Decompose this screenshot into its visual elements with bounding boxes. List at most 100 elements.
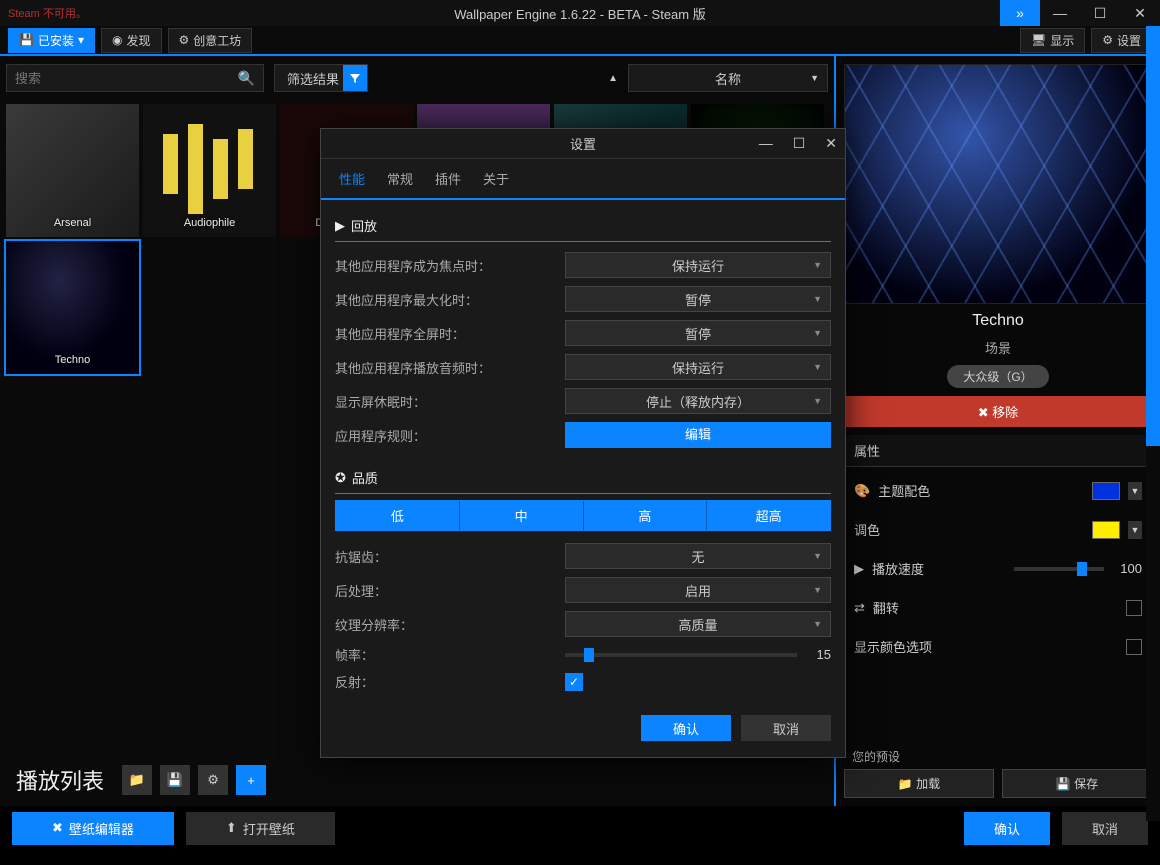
tint-label: 调色 bbox=[854, 520, 1084, 539]
focus-label: 其他应用程序成为焦点时： bbox=[335, 256, 565, 275]
load-preset-button[interactable]: 📁 加载 bbox=[844, 769, 994, 798]
chevron-down-icon[interactable]: ▼ bbox=[1128, 521, 1142, 539]
open-wallpaper-button[interactable]: ⬆ 打开壁纸 bbox=[186, 812, 335, 845]
playback-section-header: ▶ 回放 bbox=[335, 210, 831, 242]
dialog-titlebar: 设置 — ☐ ✕ bbox=[321, 129, 845, 159]
tex-select[interactable]: 高质量 bbox=[565, 611, 831, 637]
filter-icon bbox=[343, 65, 367, 91]
speed-value: 100 bbox=[1112, 561, 1142, 576]
show-color-label: 显示颜色选项 bbox=[854, 637, 1118, 656]
scrollbar[interactable] bbox=[1146, 26, 1160, 821]
presets-label: 您的预设 bbox=[844, 744, 1152, 769]
tab-about[interactable]: 关于 bbox=[479, 167, 513, 190]
post-select[interactable]: 启用 bbox=[565, 577, 831, 603]
maximize-select[interactable]: 暂停 bbox=[565, 286, 831, 312]
wallpaper-thumb[interactable]: Arsenal bbox=[6, 104, 139, 237]
window-title: Wallpaper Engine 1.6.22 - BETA - Steam 版 bbox=[454, 4, 705, 23]
maximize-label: 其他应用程序最大化时： bbox=[335, 290, 565, 309]
edit-rules-button[interactable]: 编辑 bbox=[565, 422, 831, 448]
details-panel: Techno 场景 大众级（G） ✖ 移除 属性 🎨 主题配色 ▼ 调色 ▼ ▶… bbox=[834, 56, 1160, 806]
main-toolbar: 💾 已安装 ▾ ◉ 发现 ⚙ 创意工坊 🖥 显示 ⚙ 设置 bbox=[0, 26, 1160, 56]
installed-tab[interactable]: 💾 已安装 ▾ bbox=[8, 28, 95, 53]
flip-label: 翻转 bbox=[873, 598, 1118, 617]
aa-label: 抗锯齿： bbox=[335, 547, 565, 566]
sort-direction-icon[interactable]: ▲ bbox=[608, 73, 618, 84]
filter-button[interactable]: 筛选结果 bbox=[274, 64, 368, 92]
tab-general[interactable]: 常规 bbox=[383, 167, 417, 190]
playlist-add-button[interactable]: + bbox=[236, 765, 266, 795]
tab-performance[interactable]: 性能 bbox=[335, 167, 369, 190]
cancel-button[interactable]: 取消 bbox=[1062, 812, 1148, 845]
show-color-checkbox[interactable] bbox=[1126, 639, 1142, 655]
dialog-ok-button[interactable]: 确认 bbox=[641, 715, 731, 741]
fps-label: 帧率： bbox=[335, 645, 565, 664]
dialog-maximize-button[interactable]: ☐ bbox=[789, 135, 810, 152]
search-icon[interactable]: 🔍 bbox=[238, 70, 255, 87]
dialog-cancel-button[interactable]: 取消 bbox=[741, 715, 831, 741]
editor-button[interactable]: ✖ 壁纸编辑器 bbox=[12, 812, 174, 845]
quality-low[interactable]: 低 bbox=[336, 501, 460, 530]
quality-high[interactable]: 高 bbox=[584, 501, 708, 530]
tex-label: 纹理分辨率： bbox=[335, 615, 565, 634]
scheme-color-label: 主题配色 bbox=[878, 481, 1084, 500]
audio-label: 其他应用程序播放音频时： bbox=[335, 358, 565, 377]
settings-dialog: 设置 — ☐ ✕ 性能 常规 插件 关于 ▶ 回放 其他应用程序成为焦点时：保持… bbox=[320, 128, 846, 758]
reflect-label: 反射： bbox=[335, 672, 565, 691]
scheme-color-swatch[interactable] bbox=[1092, 482, 1120, 500]
rules-label: 应用程序规则： bbox=[335, 426, 565, 445]
fullscreen-label: 其他应用程序全屏时： bbox=[335, 324, 565, 343]
post-label: 后处理： bbox=[335, 581, 565, 600]
wallpaper-preview bbox=[844, 64, 1152, 304]
playlist-config-button[interactable]: ⚙ bbox=[198, 765, 228, 795]
remove-button[interactable]: ✖ 移除 bbox=[844, 396, 1152, 427]
tint-color-swatch[interactable] bbox=[1092, 521, 1120, 539]
fullscreen-select[interactable]: 暂停 bbox=[565, 320, 831, 346]
wallpaper-thumb-label: Techno bbox=[6, 354, 139, 366]
playlist-title: 播放列表 bbox=[16, 764, 104, 796]
reflect-checkbox[interactable]: ✓ bbox=[565, 673, 583, 691]
aa-select[interactable]: 无 bbox=[565, 543, 831, 569]
properties-header: 属性 bbox=[844, 435, 1152, 467]
playlist-save-button[interactable]: 💾 bbox=[160, 765, 190, 795]
fps-slider[interactable] bbox=[565, 653, 797, 657]
tab-plugins[interactable]: 插件 bbox=[431, 167, 465, 190]
sleep-label: 显示屏休眠时： bbox=[335, 392, 565, 411]
quality-ultra[interactable]: 超高 bbox=[707, 501, 830, 530]
steam-status: Steam 不可用。 bbox=[0, 5, 87, 21]
discover-tab[interactable]: ◉ 发现 bbox=[101, 28, 162, 53]
quality-section-header: ✪ 品质 bbox=[335, 462, 831, 494]
settings-button[interactable]: ⚙ 设置 bbox=[1091, 28, 1152, 53]
quality-medium[interactable]: 中 bbox=[460, 501, 584, 530]
rating-badge: 大众级（G） bbox=[947, 365, 1048, 388]
audio-select[interactable]: 保持运行 bbox=[565, 354, 831, 380]
flip-checkbox[interactable] bbox=[1126, 600, 1142, 616]
speed-label: 播放速度 bbox=[872, 559, 1006, 578]
workshop-tab[interactable]: ⚙ 创意工坊 bbox=[168, 28, 253, 53]
dialog-minimize-button[interactable]: — bbox=[755, 135, 777, 152]
wallpaper-thumb-label: Arsenal bbox=[6, 217, 139, 229]
speed-slider[interactable] bbox=[1014, 567, 1104, 571]
playlist-folder-button[interactable]: 📁 bbox=[122, 765, 152, 795]
save-preset-button[interactable]: 💾 保存 bbox=[1002, 769, 1152, 798]
ok-button[interactable]: 确认 bbox=[964, 812, 1050, 845]
wallpaper-thumb-label: Audiophile bbox=[143, 217, 276, 229]
bottom-bar: ✖ 壁纸编辑器 ⬆ 打开壁纸 确认 取消 bbox=[0, 806, 1160, 850]
chevron-down-icon[interactable]: ▼ bbox=[1128, 482, 1142, 500]
dialog-close-button[interactable]: ✕ bbox=[821, 135, 841, 152]
wallpaper-thumb[interactable]: Techno bbox=[6, 241, 139, 374]
fast-forward-icon[interactable]: » bbox=[1000, 0, 1040, 26]
titlebar: Steam 不可用。 Wallpaper Engine 1.6.22 - BET… bbox=[0, 0, 1160, 26]
speed-icon: ▶ bbox=[854, 561, 864, 577]
display-button[interactable]: 🖥 显示 bbox=[1020, 28, 1085, 53]
close-button[interactable]: ✕ bbox=[1120, 0, 1160, 26]
minimize-button[interactable]: — bbox=[1040, 0, 1080, 26]
wallpaper-type: 场景 bbox=[844, 338, 1152, 357]
maximize-button[interactable]: ☐ bbox=[1080, 0, 1120, 26]
search-input[interactable]: 🔍 bbox=[6, 64, 264, 92]
fps-value: 15 bbox=[807, 647, 831, 662]
focus-select[interactable]: 保持运行 bbox=[565, 252, 831, 278]
wallpaper-thumb[interactable]: Audiophile bbox=[143, 104, 276, 237]
sleep-select[interactable]: 停止（释放内存） bbox=[565, 388, 831, 414]
sort-select[interactable]: 名称▼ bbox=[628, 64, 828, 92]
flip-icon: ⇄ bbox=[854, 600, 865, 616]
